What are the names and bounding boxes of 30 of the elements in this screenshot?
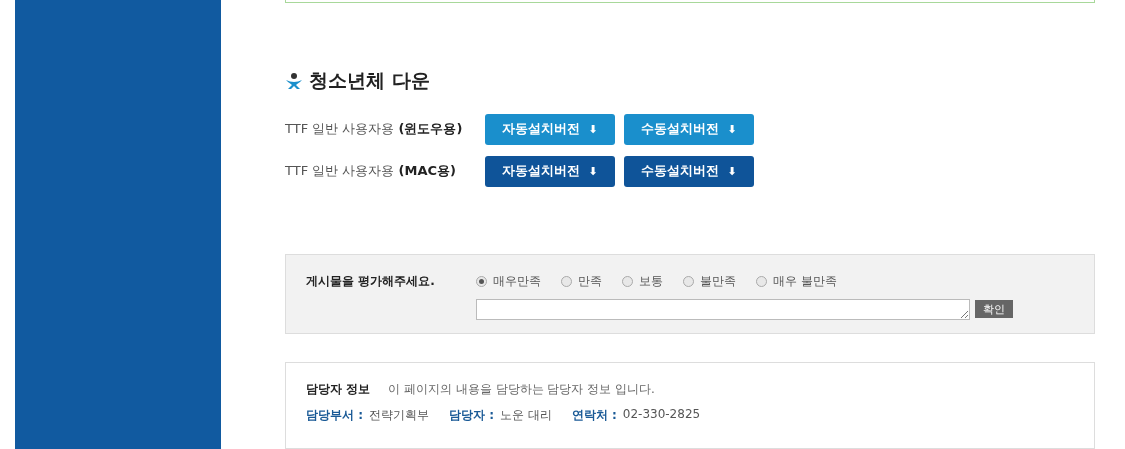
person-icon <box>285 72 303 89</box>
rating-prompt: 게시물을 평가해주세요. <box>306 272 436 290</box>
radio-button[interactable] <box>561 275 572 287</box>
radio-button[interactable] <box>683 275 694 287</box>
radio-label: 만족 <box>578 272 602 290</box>
download-button[interactable]: 자동설치버전 ⬇ <box>485 113 615 145</box>
contact-label: 연락처 : <box>571 407 617 425</box>
download-button[interactable]: 수동설치버전 ⬇ <box>624 155 754 187</box>
radio-label: 불만족 <box>700 272 736 290</box>
radio-label: 매우만족 <box>493 272 541 290</box>
radio-button[interactable] <box>756 275 767 287</box>
radio-button[interactable] <box>622 275 633 287</box>
contact-label: 담당부서 : <box>306 407 363 425</box>
radio-label: 매우 불만족 <box>773 272 837 290</box>
contact-description: 이 페이지의 내용을 담당하는 담당자 정보 입니다. <box>388 381 655 399</box>
contact-value: 노운 대리 <box>499 407 552 425</box>
contact-label: 담당자 : <box>449 407 494 425</box>
font-type-label: TTF 일반 사용자용 (MAC용) <box>285 162 457 181</box>
download-button[interactable]: 수동설치버전 ⬇ <box>624 113 754 145</box>
submit-button[interactable]: 확인 <box>975 300 1013 319</box>
font-type-label: TTF 일반 사용자용 (윈도우용) <box>285 120 464 139</box>
contact-title: 담당자 정보 <box>306 381 371 399</box>
contact-value: 02-330-2825 <box>622 407 701 424</box>
section-title: 청소년체 다운 <box>309 67 430 93</box>
download-button[interactable]: 자동설치버전 ⬇ <box>485 155 615 187</box>
comment-field[interactable] <box>476 298 970 320</box>
contact-value: 전략기획부 <box>369 407 429 425</box>
resize-grip-icon[interactable] <box>960 309 968 318</box>
radio-label: 보통 <box>639 272 663 290</box>
radio-button[interactable] <box>476 275 487 287</box>
